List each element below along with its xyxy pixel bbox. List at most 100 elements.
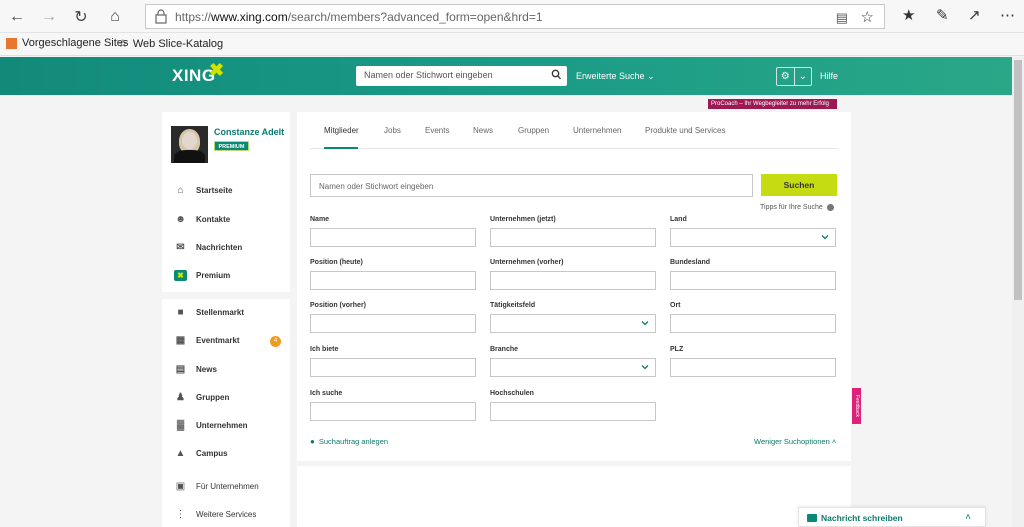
message-compose-bar[interactable]: Nachricht schreiben ˄ xyxy=(798,507,986,527)
feedback-tab[interactable]: Feedback xyxy=(852,388,861,424)
chevron-down-icon xyxy=(821,235,829,240)
chevron-down-icon[interactable]: ⌄ xyxy=(793,68,812,85)
avatar[interactable] xyxy=(171,126,208,163)
sidebar-item-label: Für Unternehmen xyxy=(196,482,259,491)
campus-icon: ▲ xyxy=(175,448,186,459)
refresh-icon[interactable]: ↻ xyxy=(70,6,92,28)
chevron-down-icon xyxy=(641,321,649,326)
reading-view-icon[interactable]: ▤ xyxy=(836,10,848,26)
name-field[interactable] xyxy=(310,228,476,247)
seek-field[interactable] xyxy=(310,402,476,421)
sidebar xyxy=(162,112,290,527)
label-country: Land xyxy=(670,216,687,223)
search-icon[interactable] xyxy=(551,69,561,81)
sidebar-item-fuer-unternehmen[interactable]: ▣ Für Unternehmen xyxy=(174,481,259,492)
active-tab-indicator xyxy=(324,147,358,149)
pen-icon[interactable]: ✎ xyxy=(936,6,949,24)
tab-produkte-services[interactable]: Produkte und Services xyxy=(645,126,726,135)
sidebar-item-stellenmarkt[interactable]: ■ Stellenmarkt xyxy=(174,307,244,318)
favorite-star-icon[interactable]: ☆ xyxy=(861,8,874,26)
groups-icon: ♟ xyxy=(176,392,185,403)
company-before-field[interactable] xyxy=(490,271,656,290)
universities-field[interactable] xyxy=(490,402,656,421)
back-icon[interactable]: ← xyxy=(6,6,28,28)
services-icon: ⋮ xyxy=(175,509,186,520)
scrollbar-thumb[interactable] xyxy=(1014,60,1022,300)
sidebar-item-startseite[interactable]: ⌂ Startseite xyxy=(174,185,232,196)
label-name: Name xyxy=(310,216,330,223)
favorites-hub-icon[interactable]: ★ xyxy=(902,6,915,24)
sidebar-item-kontakte[interactable]: ☻ Kontakte xyxy=(174,214,230,225)
label-offer: Ich biete xyxy=(310,346,339,353)
favorites-bar: Vorgeschlagene Sites ☆ Web Slice-Katalog xyxy=(0,33,1024,56)
sidebar-item-label: Kontakte xyxy=(196,215,231,224)
label-company-before: Unternehmen (vorher) xyxy=(490,259,564,266)
tab-events[interactable]: Events xyxy=(425,126,449,135)
sidebar-item-eventmarkt[interactable]: ▦ Eventmarkt xyxy=(174,335,240,346)
sidebar-item-unternehmen[interactable]: ▓ Unternehmen xyxy=(174,420,248,431)
search-tabs: Mitglieder Jobs Events News Gruppen Unte… xyxy=(310,113,838,149)
sidebar-item-campus[interactable]: ▲ Campus xyxy=(174,448,228,459)
help-link[interactable]: Hilfe xyxy=(820,71,838,81)
industry-select[interactable] xyxy=(490,358,656,377)
search-button[interactable]: Suchen xyxy=(761,174,837,196)
sidebar-item-weitere-services[interactable]: ⋮ Weitere Services xyxy=(174,509,257,520)
settings-menu[interactable]: ⚙ ⌄ xyxy=(776,67,812,86)
premium-icon: ✖︎ xyxy=(174,270,187,281)
home-icon: ⌂ xyxy=(177,185,184,196)
label-company-now: Unternehmen (jetzt) xyxy=(490,216,556,223)
address-bar[interactable]: https://www.xing.com/search/members?adva… xyxy=(145,4,885,29)
label-state: Bundesland xyxy=(670,259,711,266)
fewer-options-link[interactable]: Weniger Suchoptionen ˄ xyxy=(754,437,836,446)
tab-jobs[interactable]: Jobs xyxy=(384,126,401,135)
forward-icon[interactable]: → xyxy=(38,6,60,28)
results-panel xyxy=(297,466,851,527)
member-search-placeholder: Namen oder Stichwort eingeben xyxy=(319,182,434,191)
zip-field[interactable] xyxy=(670,358,836,377)
save-search-link[interactable]: ● Suchauftrag anlegen xyxy=(310,437,388,446)
tab-gruppen[interactable]: Gruppen xyxy=(518,126,549,135)
company-now-field[interactable] xyxy=(490,228,656,247)
sidebar-divider xyxy=(162,292,290,299)
tab-unternehmen[interactable]: Unternehmen xyxy=(573,126,621,135)
search-tips-link[interactable]: Tipps für Ihre Suche xyxy=(760,204,834,211)
suggested-sites-icon xyxy=(6,37,17,49)
tab-news[interactable]: News xyxy=(473,126,493,135)
position-now-field[interactable] xyxy=(310,271,476,290)
sidebar-item-news[interactable]: ▤ News xyxy=(174,364,217,375)
share-icon[interactable]: ↗ xyxy=(968,6,981,24)
message-icon xyxy=(807,514,817,522)
sidebar-item-nachrichten[interactable]: ✉ Nachrichten xyxy=(174,242,242,253)
procoach-banner[interactable]: ProCoach – Ihr Wegbegleiter zu mehr Erfo… xyxy=(708,99,837,109)
sidebar-item-gruppen[interactable]: ♟ Gruppen xyxy=(174,392,229,403)
tab-mitglieder[interactable]: Mitglieder xyxy=(324,126,359,135)
sidebar-item-label: Gruppen xyxy=(196,393,230,402)
advanced-search-link[interactable]: Erweiterte Suche ⌄ xyxy=(576,71,655,82)
sidebar-item-label: News xyxy=(196,365,217,374)
browser-toolbar: ← → ↻ ⌂ https://www.xing.com/search/memb… xyxy=(0,0,1024,33)
chevron-up-icon[interactable]: ˄ xyxy=(965,512,971,523)
label-position-now: Position (heute) xyxy=(310,259,363,266)
offer-field[interactable] xyxy=(310,358,476,377)
sidebar-item-label: Startseite xyxy=(196,186,233,195)
field-of-activity-select[interactable] xyxy=(490,314,656,333)
label-field-of-activity: Tätigkeitsfeld xyxy=(490,302,536,309)
member-search-input[interactable]: Namen oder Stichwort eingeben xyxy=(310,174,753,197)
label-industry: Branche xyxy=(490,346,519,353)
calendar-icon: ▦ xyxy=(175,335,186,346)
favorite-suggested-sites[interactable]: Vorgeschlagene Sites xyxy=(6,37,128,49)
position-before-field[interactable] xyxy=(310,314,476,333)
country-select[interactable] xyxy=(670,228,836,247)
label-city: Ort xyxy=(670,302,681,309)
city-field[interactable] xyxy=(670,314,836,333)
more-icon[interactable]: ⋯ xyxy=(1000,6,1015,24)
header-search-input[interactable]: Namen oder Stichwort eingeben xyxy=(356,66,567,86)
sidebar-item-label: Eventmarkt xyxy=(196,336,240,345)
sidebar-item-premium[interactable]: ✖︎ Premium xyxy=(174,270,230,281)
state-field[interactable] xyxy=(670,271,836,290)
favorite-web-slice[interactable]: ☆ Web Slice-Katalog xyxy=(118,37,223,51)
gear-icon[interactable]: ⚙ xyxy=(777,68,794,85)
home-icon[interactable]: ⌂ xyxy=(104,6,126,28)
chevron-down-icon xyxy=(641,365,649,370)
profile-name[interactable]: Constanze Adelt xyxy=(214,127,284,137)
